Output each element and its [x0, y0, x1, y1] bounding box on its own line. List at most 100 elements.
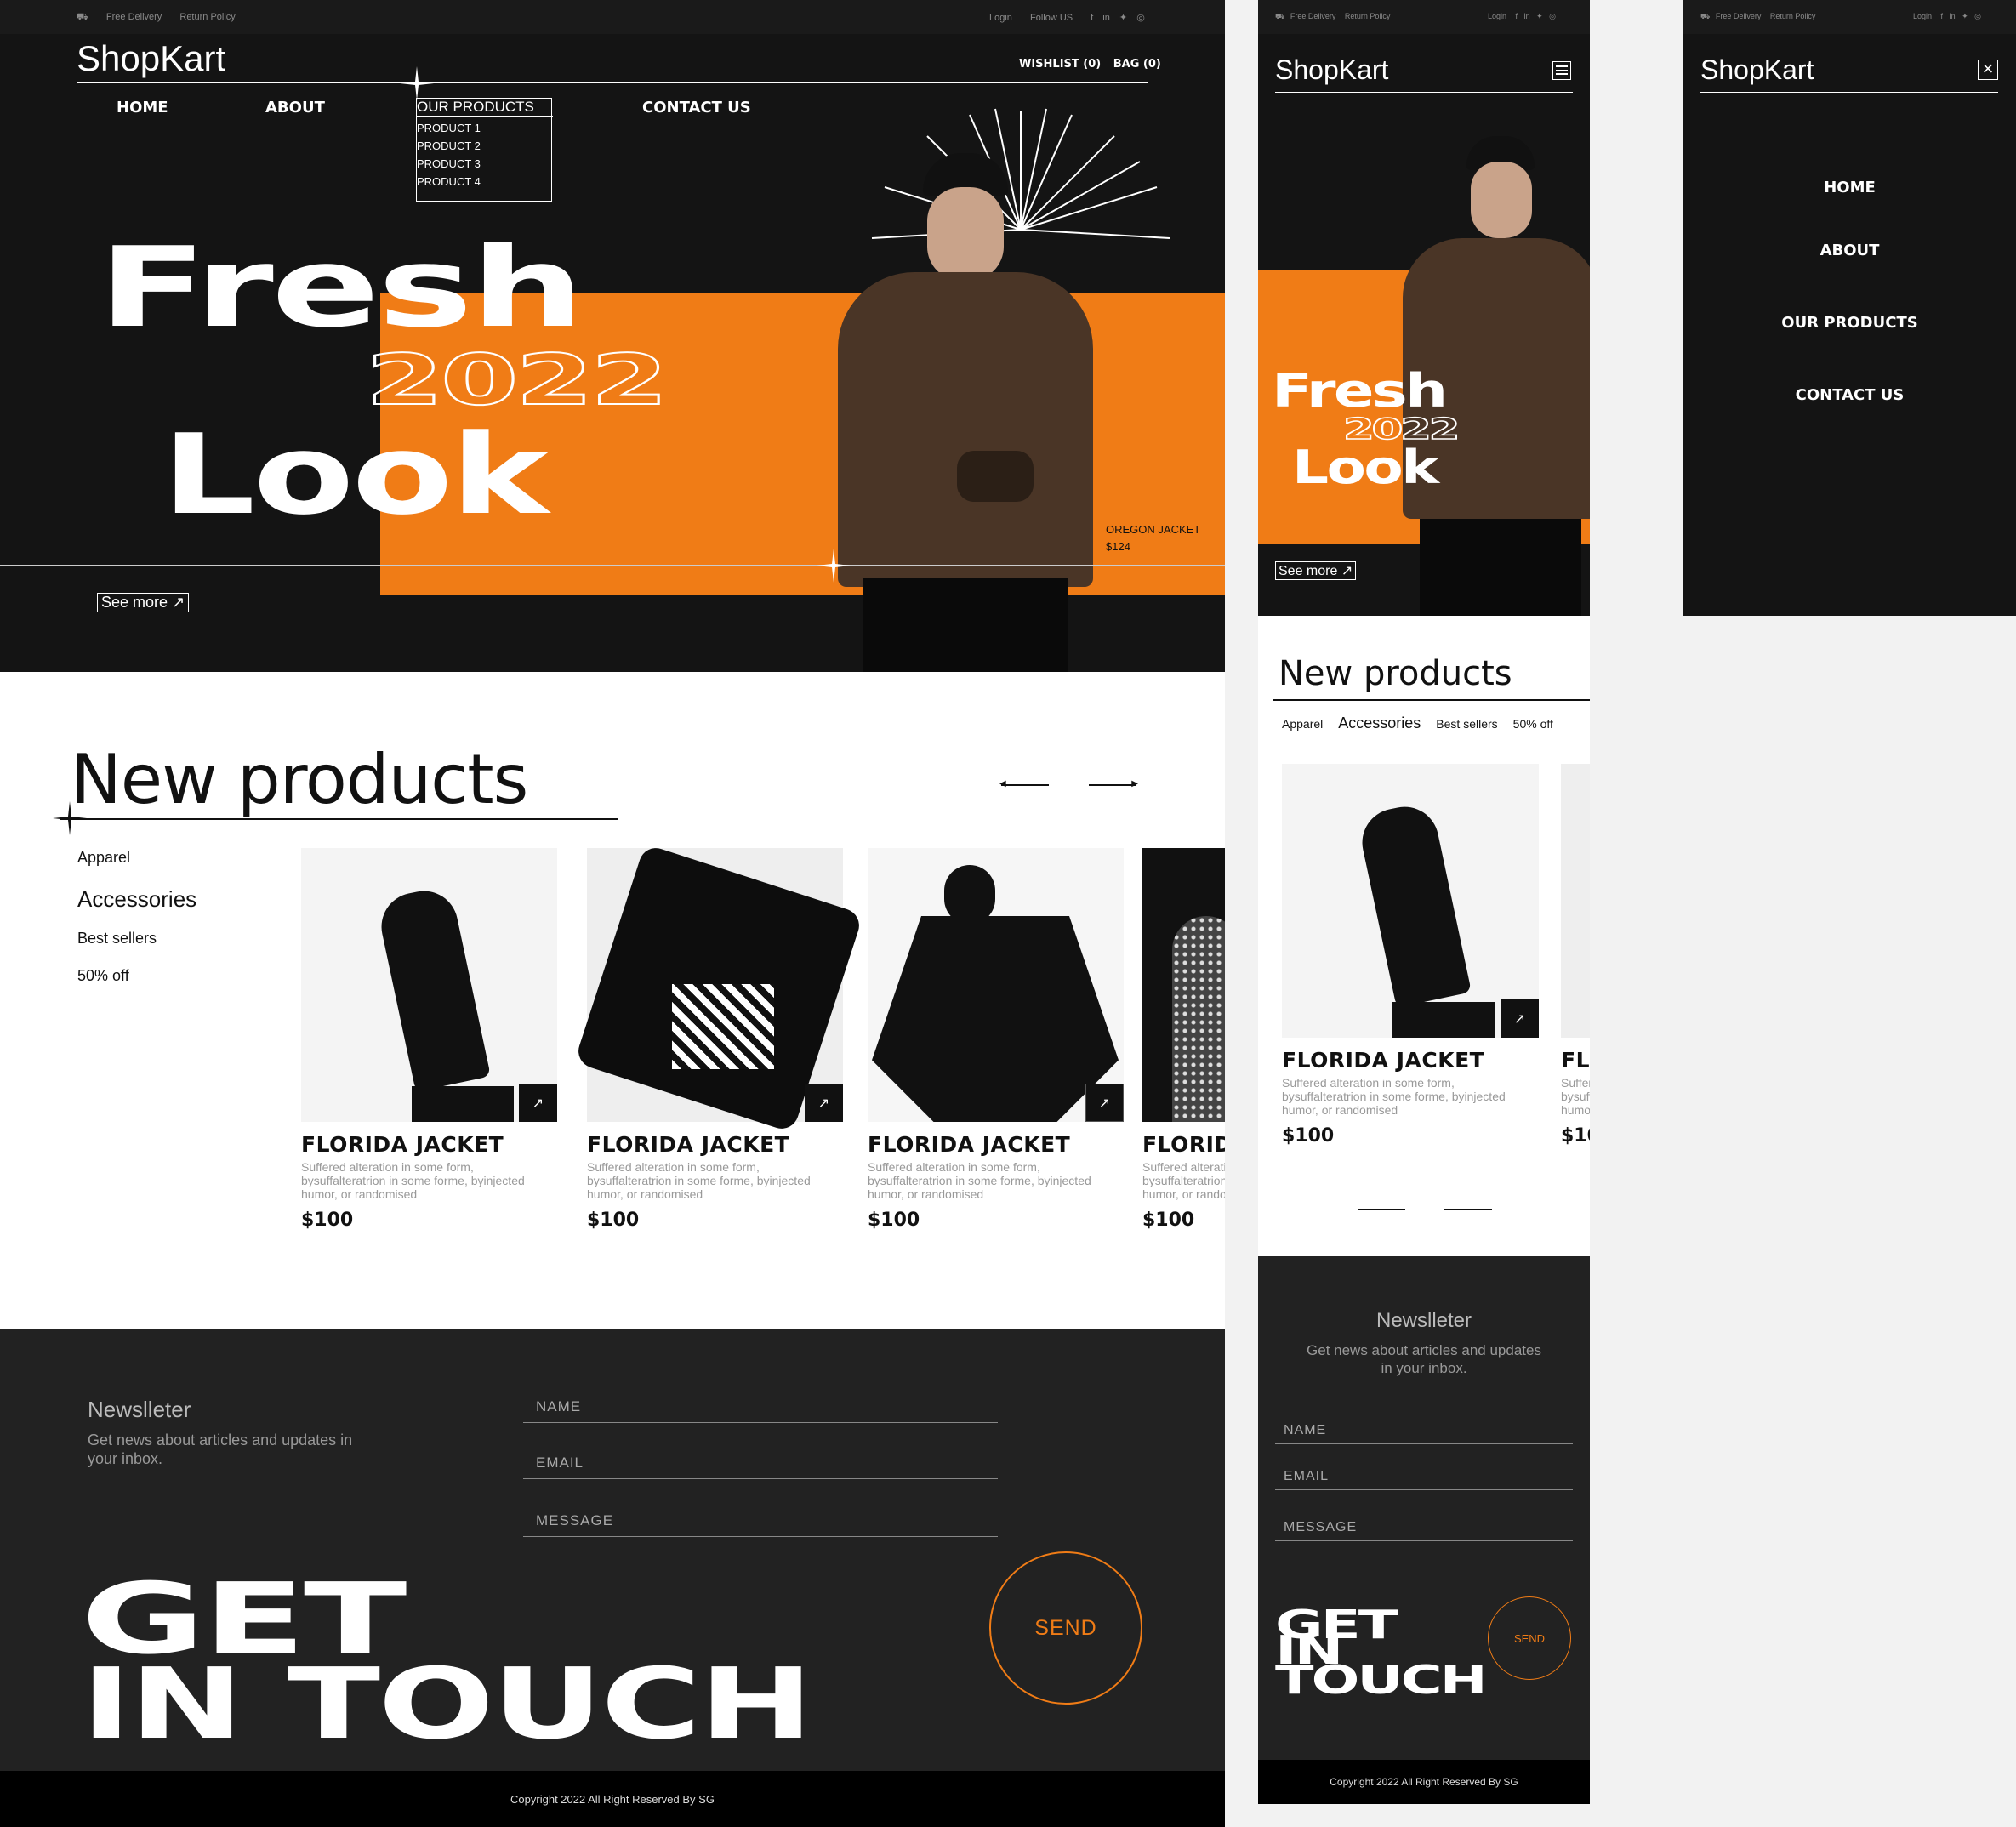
desktop-products-section: New products ◀ ▶ Apparel Accessories Bes…	[0, 672, 1225, 1329]
product-card[interactable]: FLORIDA JACKET Suffered alteration in so…	[1142, 848, 1225, 1231]
free-delivery-link[interactable]: Free Delivery	[106, 12, 162, 22]
menu-contact[interactable]: CONTACT US	[1683, 386, 2016, 404]
dropdown-item-4[interactable]: PRODUCT 4	[417, 175, 551, 188]
instagram-icon[interactable]: ◎	[1549, 12, 1556, 20]
arrow-up-right-icon: ↗	[172, 594, 185, 611]
product-arrow-button[interactable]: ↗	[1085, 1084, 1124, 1122]
name-field[interactable]: NAME	[523, 1398, 998, 1423]
see-more-label: See more	[1279, 564, 1338, 578]
nav-contact[interactable]: CONTACT US	[642, 99, 751, 117]
email-field[interactable]: EMAIL	[1275, 1469, 1573, 1490]
instagram-icon[interactable]: ◎	[1136, 13, 1145, 23]
filter-apparel[interactable]: Apparel	[77, 849, 130, 867]
product-arrow-button[interactable]: ↗	[1501, 999, 1539, 1038]
free-delivery-link[interactable]: Free Delivery	[1716, 12, 1762, 20]
twitter-icon[interactable]: ✦	[1119, 13, 1127, 23]
filter-accessories[interactable]: Accessories	[1338, 714, 1421, 732]
email-field[interactable]: EMAIL	[523, 1454, 998, 1479]
product-card[interactable]: ↗ FLORIDA JACKET Suffered alteration in …	[301, 848, 561, 1231]
filter-apparel[interactable]: Apparel	[1282, 717, 1323, 731]
return-policy-link[interactable]: Return Policy	[1345, 12, 1391, 20]
product-image: ↗	[868, 848, 1124, 1122]
login-link[interactable]: Login	[1488, 12, 1506, 20]
bag-link[interactable]: BAG (0)	[1113, 58, 1161, 71]
filter-50-off[interactable]: 50% off	[1513, 717, 1553, 731]
menu-products[interactable]: OUR PRODUCTS	[1683, 314, 2016, 332]
see-more-button[interactable]: See more ↗	[1275, 561, 1357, 580]
nav-products-dropdown: OUR PRODUCTS PRODUCT 1 PRODUCT 2 PRODUCT…	[416, 98, 553, 202]
send-button[interactable]: SEND	[989, 1551, 1142, 1705]
send-label: SEND	[1034, 1615, 1097, 1640]
product-desc: Suffered alteration in some form, bysuff…	[1282, 1076, 1506, 1117]
product-arrow-button[interactable]: ↗	[519, 1084, 557, 1122]
see-more-button[interactable]: See more ↗	[97, 593, 190, 612]
menu-about[interactable]: ABOUT	[1683, 242, 2016, 259]
product-card[interactable]: ↗ FLORIDA JACKET Suffered alteration in …	[573, 843, 864, 1231]
mobile-header-divider	[1275, 92, 1573, 93]
message-field[interactable]: MESSAGE	[523, 1512, 998, 1537]
facebook-icon[interactable]: f	[1091, 13, 1093, 23]
filter-accessories[interactable]: Accessories	[77, 886, 196, 913]
product-card[interactable]: ↗ FLORIDA JACKET Suffered alteration in …	[868, 848, 1127, 1231]
facebook-icon[interactable]: f	[1941, 12, 1944, 20]
product-price: $100	[868, 1209, 920, 1231]
linkedin-icon[interactable]: in	[1524, 12, 1530, 20]
product-name: FLORIDA JACKET	[301, 1132, 504, 1157]
truck-icon: ⛟	[1275, 12, 1285, 20]
brand-logo[interactable]: ShopKart	[1275, 54, 1388, 86]
carousel-next-button[interactable]	[1444, 1209, 1492, 1210]
hero-title-fresh: Fresh	[98, 223, 584, 352]
wishlist-link[interactable]: WISHLIST (0)	[1019, 58, 1101, 71]
sparkle-icon	[53, 801, 87, 835]
filter-best-sellers[interactable]: Best sellers	[77, 930, 157, 948]
menu-home[interactable]: HOME	[1683, 179, 2016, 196]
free-delivery-link[interactable]: Free Delivery	[1290, 12, 1336, 20]
copyright: Copyright 2022 All Right Reserved By SG	[510, 1792, 715, 1806]
message-field[interactable]: MESSAGE	[1275, 1520, 1573, 1541]
dropdown-item-3[interactable]: PRODUCT 3	[417, 157, 551, 170]
linkedin-icon[interactable]: in	[1102, 13, 1110, 23]
dropdown-item-2[interactable]: PRODUCT 2	[417, 139, 551, 152]
product-card[interactable]: ↗ FLORIDA JACKET Suffered alteration in …	[1282, 764, 1539, 1147]
nav-home[interactable]: HOME	[117, 99, 168, 117]
facebook-icon[interactable]: f	[1516, 12, 1518, 20]
sparkle-icon	[400, 66, 434, 100]
get-in-touch-line2: IN TOUCH	[81, 1648, 813, 1762]
product-price: $100	[1282, 1125, 1335, 1147]
return-policy-link[interactable]: Return Policy	[1770, 12, 1816, 20]
mobile-topbar-left: ⛟ Free Delivery Return Policy	[1275, 12, 1405, 22]
send-button[interactable]: SEND	[1488, 1596, 1571, 1680]
product-card[interactable]: FLORIDA JACKET Suffered alteration in so…	[1561, 764, 1590, 1147]
nav-products[interactable]: OUR PRODUCTS	[417, 99, 553, 117]
login-link[interactable]: Login	[989, 13, 1012, 23]
linkedin-icon[interactable]: in	[1950, 12, 1956, 20]
product-arrow-button[interactable]: ↗	[805, 1084, 843, 1122]
close-icon[interactable]: ×	[1978, 60, 1998, 80]
carousel-next-button[interactable]: ▶	[1089, 779, 1138, 788]
login-link[interactable]: Login	[1913, 12, 1932, 20]
return-policy-link[interactable]: Return Policy	[179, 12, 235, 22]
nav-about[interactable]: ABOUT	[265, 99, 325, 117]
filter-50-off[interactable]: 50% off	[77, 967, 129, 985]
mobile-hero-fresh: Fresh	[1272, 364, 1448, 418]
sparkle-icon	[817, 549, 851, 583]
mobile-products-section: New products Apparel Accessories Best se…	[1258, 616, 1590, 1256]
instagram-icon[interactable]: ◎	[1974, 12, 1981, 20]
brand-logo[interactable]: ShopKart	[77, 38, 225, 79]
twitter-icon[interactable]: ✦	[1962, 12, 1968, 20]
desktop-footer: Copyright 2022 All Right Reserved By SG	[0, 1771, 1225, 1827]
products-title-underline	[60, 818, 618, 820]
hamburger-menu-icon[interactable]	[1552, 61, 1571, 80]
twitter-icon[interactable]: ✦	[1536, 12, 1543, 20]
brand-logo[interactable]: ShopKart	[1700, 54, 1814, 86]
filter-best-sellers[interactable]: Best sellers	[1436, 717, 1497, 731]
mobile-title-underline	[1273, 699, 1590, 701]
mobile-newsletter-section: Newslleter Get news about articles and u…	[1258, 1256, 1590, 1760]
product-price: $100	[587, 1209, 640, 1231]
product-name: FLORIDA JACKET	[1142, 1132, 1225, 1157]
carousel-prev-button[interactable]: ◀	[999, 779, 1049, 788]
header-actions: WISHLIST (0) BAG (0)	[1019, 58, 1161, 71]
name-field[interactable]: NAME	[1275, 1423, 1573, 1444]
dropdown-item-1[interactable]: PRODUCT 1	[417, 122, 551, 134]
carousel-prev-button[interactable]	[1358, 1209, 1405, 1210]
